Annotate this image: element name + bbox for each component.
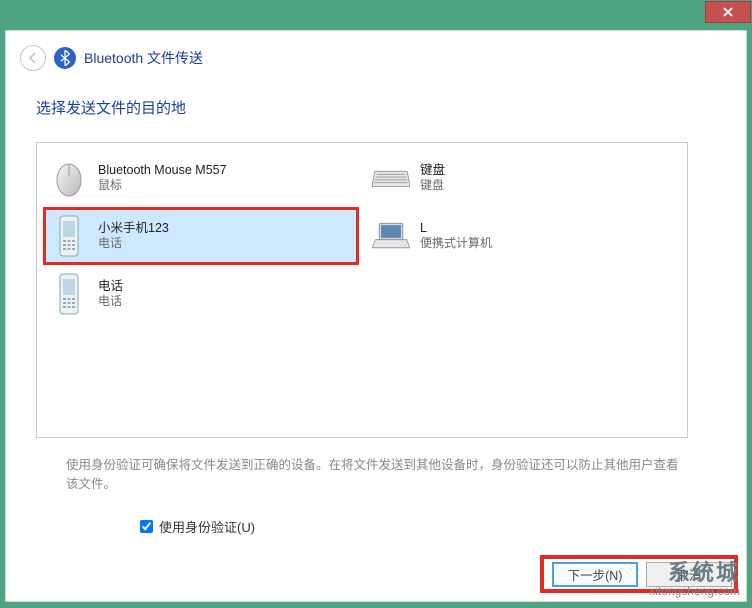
device-type: 鼠标: [98, 178, 227, 194]
auth-checkbox-row[interactable]: 使用身份验证(U): [140, 517, 688, 536]
laptop-icon: [372, 214, 410, 258]
device-item-phone[interactable]: 电话 电话: [45, 267, 357, 321]
device-item-laptop[interactable]: L 便携式计算机: [367, 209, 679, 263]
device-item-keyboard[interactable]: 键盘 键盘: [367, 151, 679, 205]
phone-icon: [50, 272, 88, 316]
device-name: L: [420, 220, 492, 236]
cancel-button[interactable]: 取消: [646, 562, 732, 587]
device-type: 键盘: [420, 178, 445, 194]
device-item-xiaomi[interactable]: 小米手机123 电话: [45, 209, 357, 263]
device-name: Bluetooth Mouse M557: [98, 162, 227, 178]
phone-icon: [50, 214, 88, 258]
device-type: 电话: [98, 294, 123, 310]
back-button[interactable]: [20, 45, 46, 71]
mouse-icon: [50, 156, 88, 200]
keyboard-icon: [372, 156, 410, 200]
bluetooth-icon: [54, 47, 76, 69]
wizard-window: Bluetooth 文件传送 选择发送文件的目的地 Bluetooth Mous…: [5, 30, 747, 602]
hint-text: 使用身份验证可确保将文件发送到正确的设备。在将文件发送到其他设备时，身份验证还可…: [66, 456, 688, 495]
device-type: 便携式计算机: [420, 236, 492, 252]
device-item-mouse[interactable]: Bluetooth Mouse M557 鼠标: [45, 151, 357, 205]
device-name: 键盘: [420, 162, 445, 178]
device-type: 电话: [98, 236, 169, 252]
next-button[interactable]: 下一步(N): [552, 562, 638, 587]
close-button[interactable]: [705, 1, 751, 23]
auth-checkbox-label: 使用身份验证(U): [159, 517, 255, 536]
auth-checkbox[interactable]: [140, 520, 153, 533]
instruction-text: 选择发送文件的目的地: [36, 97, 688, 118]
device-name: 小米手机123: [98, 220, 169, 236]
device-list: Bluetooth Mouse M557 鼠标 键盘 键: [36, 142, 688, 438]
device-name: 电话: [98, 278, 123, 294]
window-title: Bluetooth 文件传送: [84, 48, 203, 68]
